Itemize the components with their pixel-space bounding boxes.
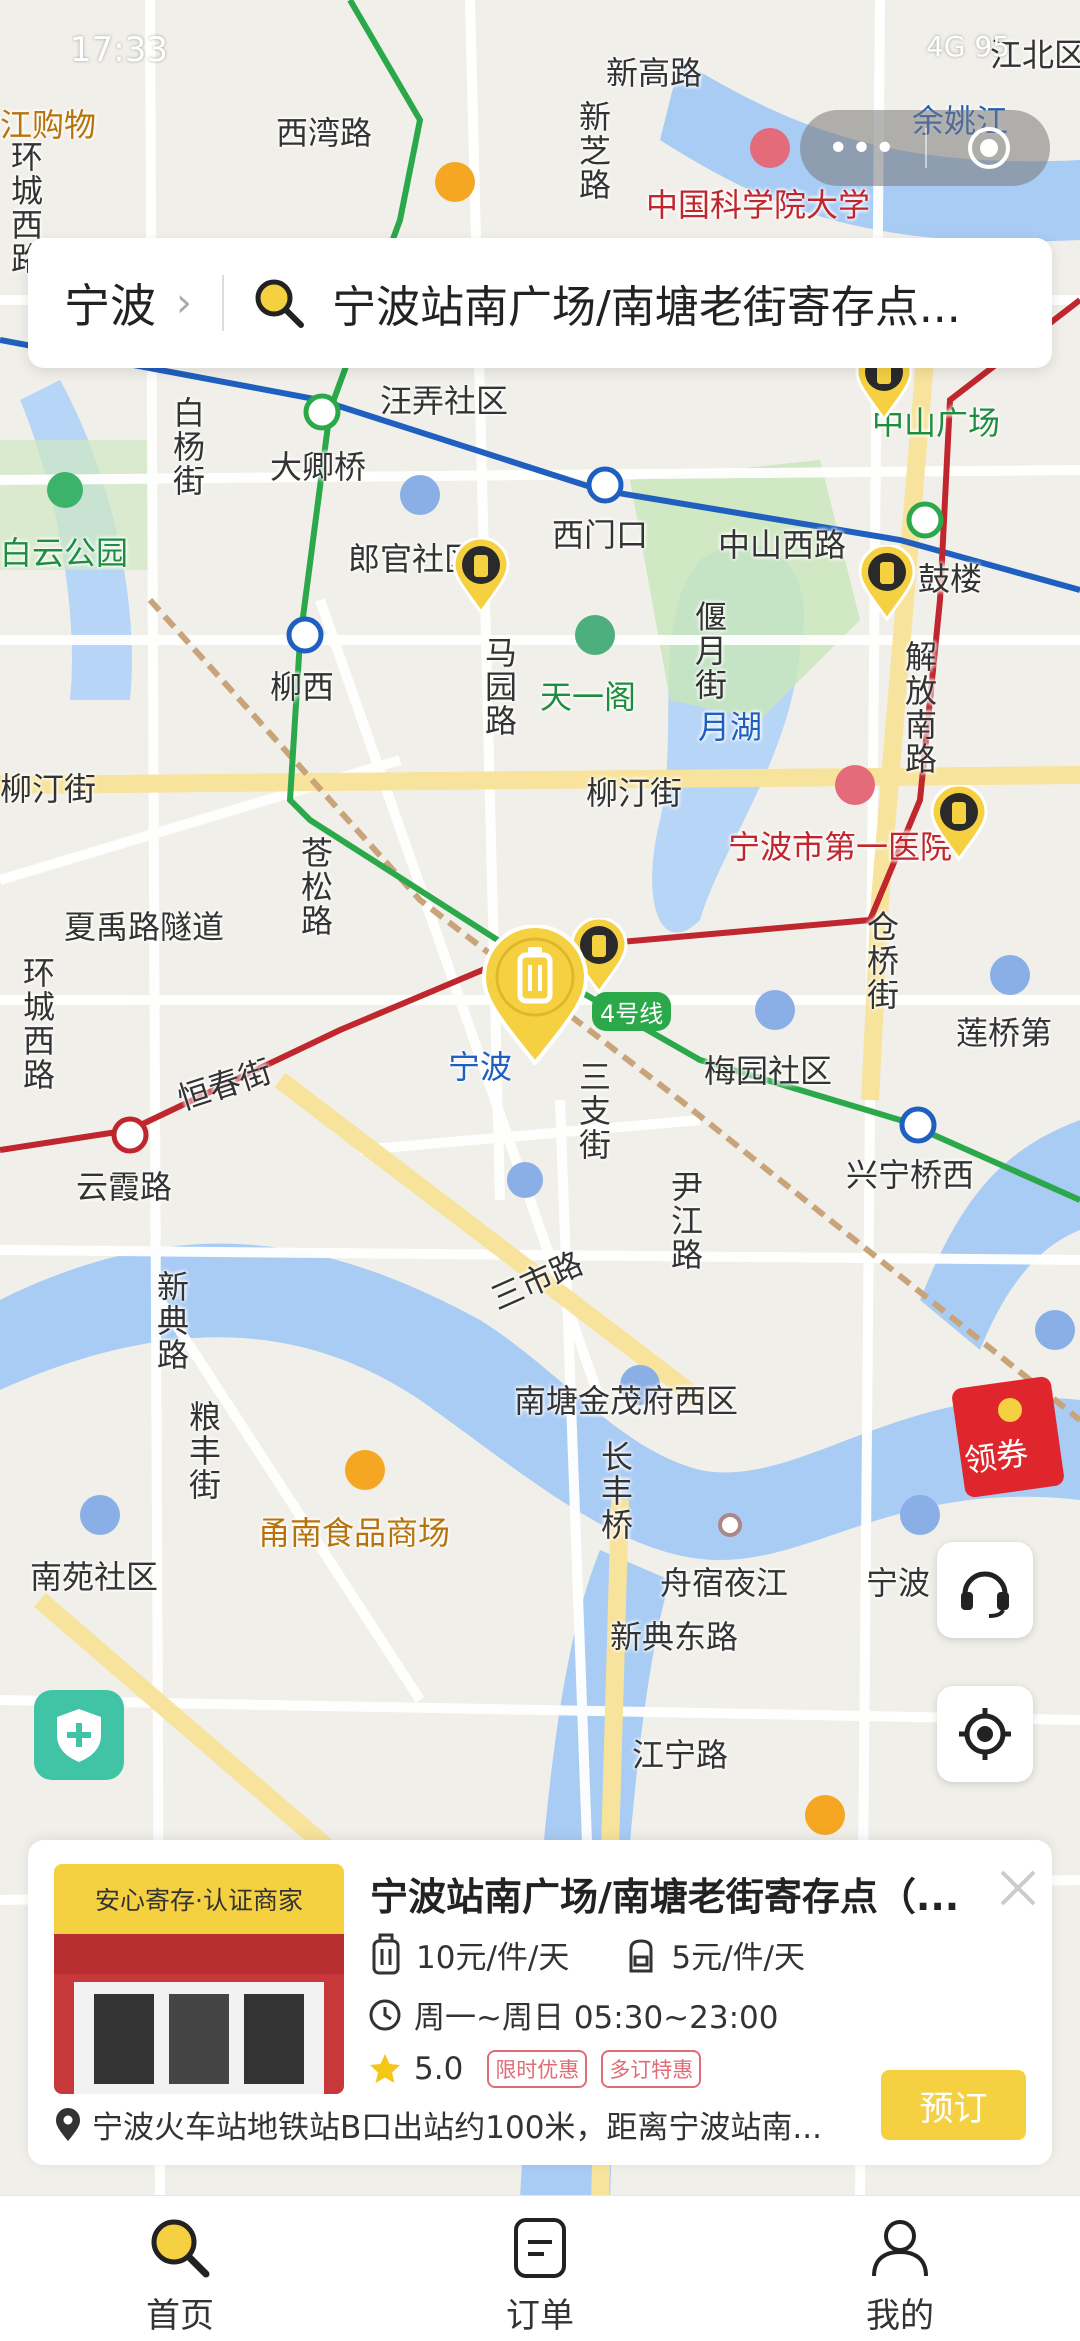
map-label: 苍松路 bbox=[296, 836, 334, 938]
book-button[interactable]: 预订 bbox=[881, 2070, 1026, 2140]
map-label: 环城西路 bbox=[18, 956, 56, 1092]
map-label: 莲桥第 bbox=[956, 1014, 1053, 1052]
map-label: 汪弄社区 bbox=[380, 382, 509, 420]
map-label: 仓桥街 bbox=[862, 910, 900, 1012]
tab-label: 订单 bbox=[506, 2296, 574, 2336]
address-row: 宁波火车站地铁站B口出站约100米，距离宁波站南... bbox=[54, 2102, 884, 2147]
map-label: 新典路 bbox=[152, 1270, 190, 1372]
search-icon bbox=[255, 279, 304, 328]
tab-label: 首页 bbox=[146, 2296, 214, 2336]
search-input[interactable]: 宁波站南广场/南塘老街寄存点... bbox=[332, 271, 1012, 335]
bottom-tab-bar: 首页 订单 我的 bbox=[0, 2195, 1080, 2341]
map-label: 江宁路 bbox=[632, 1736, 729, 1774]
shield-plus-icon bbox=[57, 1709, 101, 1762]
map-label: 鼓楼 bbox=[918, 560, 983, 598]
map-label: 柳汀街 bbox=[0, 770, 97, 808]
storefront-image bbox=[54, 1934, 344, 2094]
tab-home[interactable]: 首页 bbox=[0, 2196, 360, 2341]
locate-icon bbox=[959, 1708, 1011, 1760]
more-button[interactable]: ••• bbox=[800, 128, 925, 169]
luggage-pin[interactable] bbox=[452, 538, 510, 614]
selected-luggage-pin[interactable] bbox=[480, 925, 590, 1065]
target-circle-icon bbox=[967, 127, 1010, 169]
map-label: 宁波 bbox=[866, 1564, 931, 1602]
map-label: 新芝路 bbox=[574, 100, 612, 202]
large-item-price: 10元/件/天 bbox=[416, 1940, 570, 1976]
map-label: 南苑社区 bbox=[30, 1558, 159, 1596]
city-selector[interactable]: 宁波 bbox=[64, 270, 156, 336]
map-label: 偃月街 bbox=[690, 600, 728, 702]
status-time: 17:33 bbox=[70, 30, 168, 70]
map-label: 天一阁 bbox=[540, 678, 637, 716]
map-label: 南塘金茂府西区 bbox=[514, 1382, 739, 1420]
map-label: 甬南食品商场 bbox=[258, 1514, 451, 1552]
metro-line-4-label: 4号线 bbox=[592, 992, 672, 1031]
rating-row: 5.0 限时优惠 多订特惠 bbox=[368, 2050, 702, 2088]
business-hours: 周一~周日 05:30~23:00 bbox=[414, 2000, 779, 2036]
tab-orders[interactable]: 订单 bbox=[360, 2196, 720, 2341]
promo-tag: 多订特惠 bbox=[601, 2050, 702, 2088]
customer-service-button[interactable] bbox=[937, 1542, 1033, 1638]
search-icon bbox=[151, 2219, 210, 2278]
store-address: 宁波火车站地铁站B口出站约100米，距离宁波站南... bbox=[92, 2110, 822, 2146]
status-indicators: 4G 95 bbox=[925, 30, 1010, 63]
map-label: 尹江路 bbox=[666, 1170, 704, 1272]
store-photo: 安心寄存·认证商家 bbox=[54, 1864, 344, 2094]
map-label: 新典东路 bbox=[610, 1618, 739, 1656]
map-label: 马园路 bbox=[480, 636, 518, 738]
status-bar: 17:33 4G 95 bbox=[0, 0, 1080, 100]
map-label: 兴宁桥西 bbox=[846, 1156, 975, 1194]
miniprogram-capsule: ••• bbox=[800, 110, 1050, 186]
map-label: 粮丰街 bbox=[184, 1400, 222, 1502]
star-icon bbox=[370, 2054, 400, 2083]
luggage-pin[interactable] bbox=[930, 785, 988, 861]
tab-label: 我的 bbox=[866, 2296, 934, 2336]
rating-value: 5.0 bbox=[414, 2051, 464, 2087]
certified-tag: 安心寄存·认证商家 bbox=[54, 1864, 344, 1934]
coupon-label: 领券 bbox=[961, 1433, 1031, 1481]
store-card[interactable]: 安心寄存·认证商家 宁波站南广场/南塘老街寄存点（... 10元/件/天 5元/… bbox=[28, 1840, 1052, 2165]
hours-row: 周一~周日 05:30~23:00 bbox=[368, 1992, 778, 2037]
backpack-icon bbox=[629, 1938, 653, 1972]
map-label: 云霞路 bbox=[76, 1168, 173, 1206]
map-label: 解放南路 bbox=[900, 640, 938, 776]
location-pin-icon bbox=[56, 2107, 80, 2141]
tab-profile[interactable]: 我的 bbox=[720, 2196, 1080, 2341]
map-label: 白杨街 bbox=[168, 396, 206, 498]
chevron-right-icon: › bbox=[176, 280, 192, 326]
map-label: 白云公园 bbox=[0, 534, 129, 572]
map-label: 月湖 bbox=[698, 708, 763, 746]
map-label: 三支街 bbox=[574, 1060, 612, 1162]
close-icon[interactable] bbox=[990, 1860, 1046, 1916]
locate-button[interactable] bbox=[937, 1686, 1033, 1782]
profile-icon bbox=[872, 2220, 928, 2277]
map-label: 柳汀街 bbox=[586, 774, 683, 812]
suitcase-icon bbox=[372, 1933, 400, 1974]
coupon-button[interactable]: 领券 bbox=[950, 1370, 1080, 1500]
order-icon bbox=[514, 2218, 566, 2278]
map-label: 柳西 bbox=[270, 668, 335, 706]
small-item-price: 5元/件/天 bbox=[671, 1940, 805, 1976]
map-label: 宁波市第一医院 bbox=[728, 828, 953, 866]
luggage-pin[interactable] bbox=[858, 545, 916, 621]
map-label: 西湾路 bbox=[276, 114, 373, 152]
divider bbox=[222, 275, 224, 331]
map-label: 西门口 bbox=[552, 516, 649, 554]
safety-button[interactable] bbox=[34, 1690, 124, 1780]
close-miniprogram-button[interactable] bbox=[927, 125, 1050, 171]
price-row: 10元/件/天 5元/件/天 bbox=[368, 1932, 805, 1977]
map-label: 中山西路 bbox=[718, 526, 847, 564]
map-label: 长丰桥 bbox=[596, 1440, 634, 1542]
map-label: 梅园社区 bbox=[704, 1052, 833, 1090]
map-label: 大卿桥 bbox=[270, 448, 367, 486]
clock-icon bbox=[369, 1999, 401, 2030]
storefront-illustration bbox=[54, 1934, 344, 2094]
map-label: 夏禹路隧道 bbox=[64, 908, 225, 946]
map-label: 舟宿夜江 bbox=[660, 1564, 789, 1602]
search-bar: 宁波 › 宁波站南广场/南塘老街寄存点... bbox=[28, 238, 1052, 368]
store-title: 宁波站南广场/南塘老街寄存点（... bbox=[370, 1875, 960, 1919]
map-label: 中国科学院大学 bbox=[646, 186, 871, 224]
promo-tag: 限时优惠 bbox=[487, 2050, 588, 2088]
headset-icon bbox=[961, 1571, 1009, 1618]
